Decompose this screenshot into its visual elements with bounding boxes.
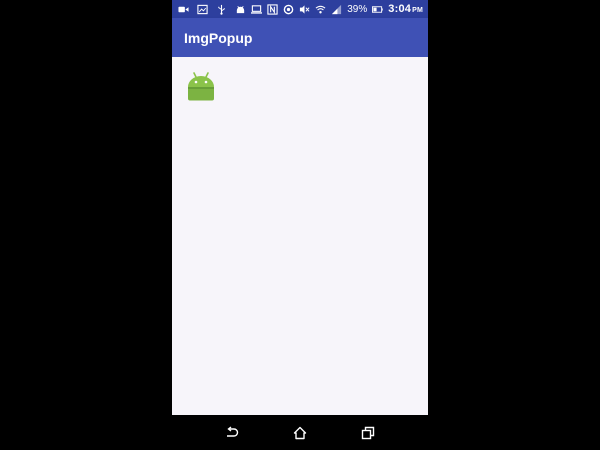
clock-suffix: PM — [412, 7, 423, 14]
app-title: ImgPopup — [184, 29, 253, 46]
android-notification-icon — [235, 4, 246, 15]
usb-icon — [216, 4, 227, 15]
main-content — [172, 57, 428, 415]
clock-time: 3:04 — [388, 3, 412, 15]
back-button[interactable] — [223, 424, 241, 442]
recents-icon — [361, 426, 375, 440]
back-icon — [225, 425, 239, 440]
image-icon — [197, 4, 208, 15]
app-bar: ImgPopup — [172, 18, 428, 57]
mute-icon — [299, 4, 310, 15]
navigation-bar — [172, 415, 428, 450]
video-camera-icon — [178, 4, 189, 15]
status-bar-system: 39% 3:04PM — [251, 3, 428, 15]
home-icon — [293, 426, 307, 440]
status-bar-clock: 3:04PM — [388, 3, 423, 15]
battery-icon — [372, 4, 383, 15]
nfc-icon — [267, 3, 278, 15]
recents-button[interactable] — [359, 424, 377, 442]
battery-percent: 39% — [347, 3, 368, 15]
status-bar-notifications — [172, 4, 246, 15]
sync-icon — [283, 4, 294, 15]
phone-screen: 39% 3:04PM ImgPopup — [172, 0, 428, 450]
laptop-icon — [251, 4, 263, 15]
screen-background: 39% 3:04PM ImgPopup — [0, 0, 600, 450]
home-button[interactable] — [291, 424, 309, 442]
signal-icon — [331, 4, 342, 15]
status-bar: 39% 3:04PM — [172, 0, 428, 18]
android-robot-icon[interactable] — [185, 70, 217, 102]
wifi-icon — [315, 4, 326, 15]
